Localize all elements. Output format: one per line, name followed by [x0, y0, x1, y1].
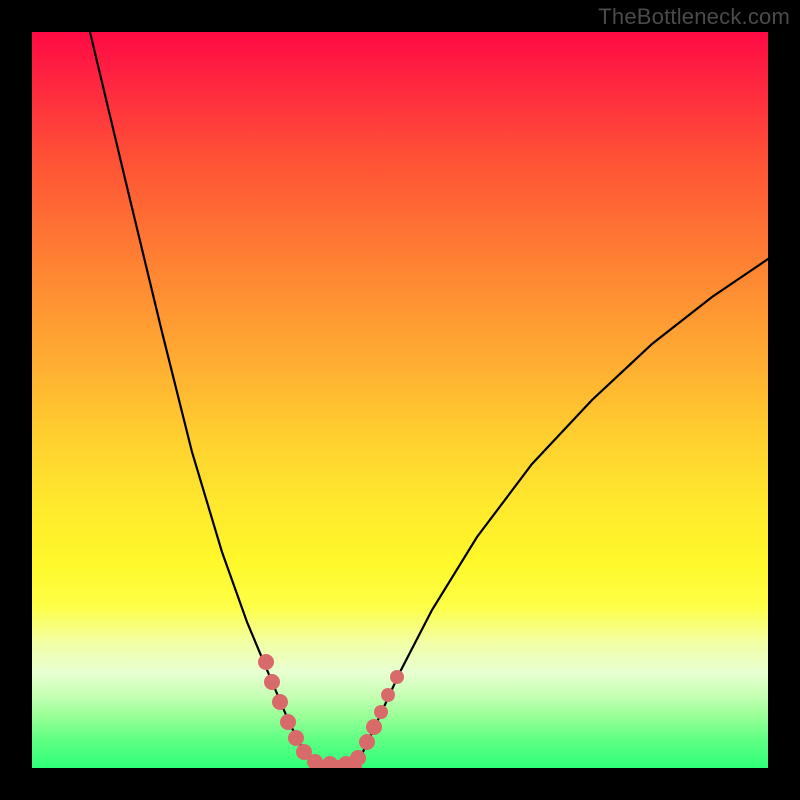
- curve-left: [90, 32, 320, 768]
- marker-dot: [350, 750, 366, 766]
- marker-dot: [381, 688, 395, 702]
- marker-dot: [322, 756, 338, 768]
- marker-dot: [390, 670, 404, 684]
- watermark-text: TheBottleneck.com: [598, 4, 790, 30]
- marker-dot: [288, 730, 304, 746]
- curve-right: [354, 259, 768, 768]
- marker-dot: [264, 674, 280, 690]
- marker-dot: [366, 719, 382, 735]
- chart-frame: [32, 32, 768, 768]
- marker-dot: [359, 734, 375, 750]
- marker-dot: [374, 705, 388, 719]
- marker-dot: [272, 694, 288, 710]
- marker-dot: [280, 714, 296, 730]
- marker-dot: [258, 654, 274, 670]
- markers-group: [258, 654, 404, 768]
- plot-svg: [32, 32, 768, 768]
